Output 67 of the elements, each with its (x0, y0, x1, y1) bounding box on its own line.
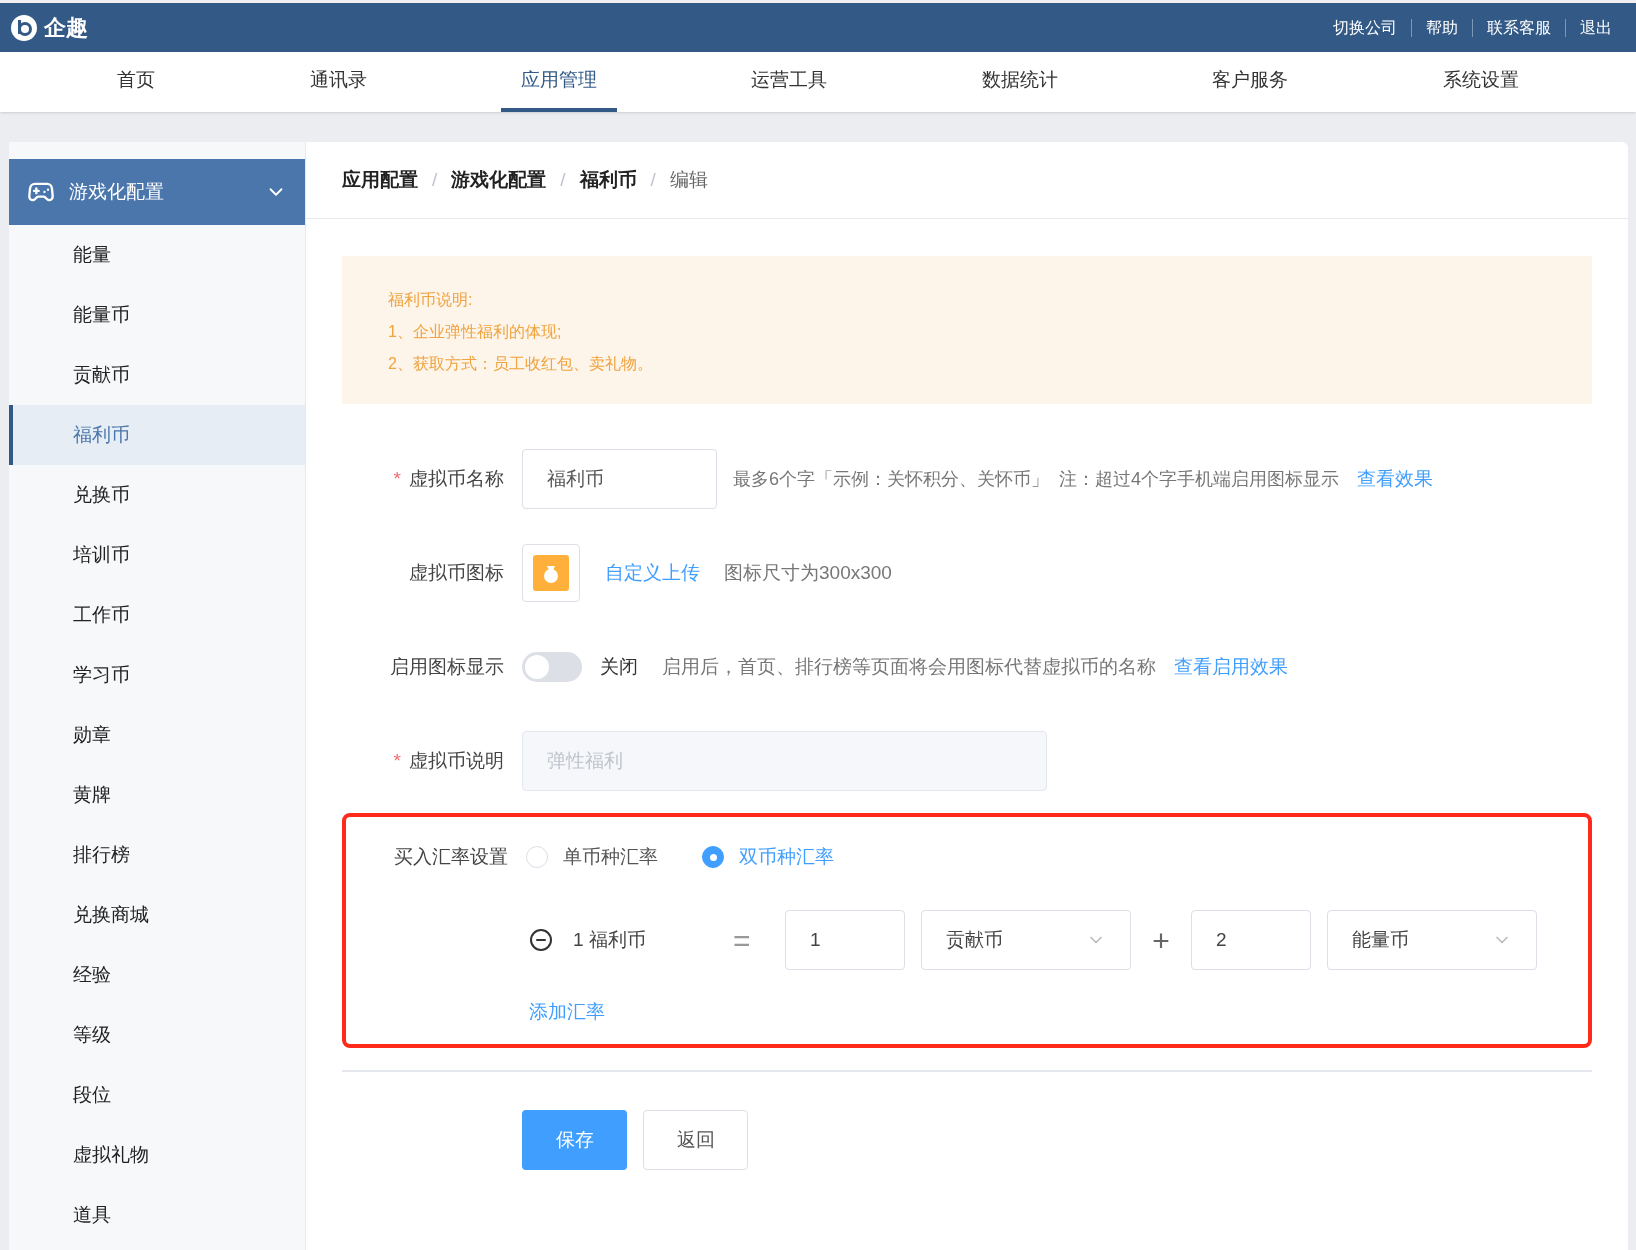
back-button[interactable]: 返回 (643, 1110, 748, 1170)
sidebar-item[interactable]: 贡献币 (9, 345, 305, 405)
field-label: 虚拟币说明 (409, 748, 504, 773)
sidebar-item[interactable]: 培训币 (9, 525, 305, 585)
hint-text: 启用后，首页、排行榜等页面将会用图标代替虚拟币的名称 (662, 654, 1156, 679)
remove-icon[interactable] (529, 928, 553, 952)
sidebar-item[interactable]: 兑换币 (9, 465, 305, 525)
toggle-switch[interactable] (522, 652, 582, 682)
name-input[interactable]: 福利币 (522, 449, 717, 509)
required-mark: * (393, 748, 401, 773)
sidebar-item[interactable]: 工作币 (9, 585, 305, 645)
sidebar-item[interactable]: 能量 (9, 225, 305, 285)
sidebar-item[interactable]: 经验 (9, 945, 305, 1005)
topbar-link[interactable]: 联系客服 (1472, 18, 1565, 37)
sidebar-item[interactable]: 排行榜 (9, 825, 305, 885)
nav-tab[interactable]: 运营工具 (731, 52, 848, 112)
nav-tab[interactable]: 客户服务 (1192, 52, 1309, 112)
sidebar-item[interactable]: 等级 (9, 1005, 305, 1065)
topbar-link[interactable]: 切换公司 (1319, 18, 1411, 37)
rate-base: 1 福利币 (573, 927, 647, 952)
radio-label: 双币种汇率 (739, 844, 834, 869)
hint-text: 图标尺寸为300x300 (724, 560, 892, 585)
sidebar-item[interactable]: 能量币 (9, 285, 305, 345)
topbar-link[interactable]: 退出 (1565, 18, 1626, 37)
currency-select[interactable]: 贡献币 (921, 910, 1131, 970)
sidebar-item[interactable]: 学习币 (9, 645, 305, 705)
sidebar-group-header[interactable]: 游戏化配置 (9, 159, 305, 225)
nav-tab[interactable]: 应用管理 (501, 52, 618, 112)
breadcrumb-separator: / (560, 167, 566, 192)
notice-text: 福利币说明: (388, 290, 474, 310)
equals-sign: = (733, 922, 752, 959)
sidebar-item[interactable]: 福利币 (9, 405, 305, 465)
radio-label: 单币种汇率 (563, 844, 658, 869)
nav-tab[interactable]: 首页 (97, 52, 176, 112)
sidebar-item[interactable]: 段位 (9, 1065, 305, 1125)
money-bag-icon (533, 555, 569, 591)
plus-sign: + (1151, 922, 1171, 959)
sidebar-item[interactable]: 虚拟礼物 (9, 1125, 305, 1185)
breadcrumb-link[interactable]: 游戏化配置 (451, 165, 547, 195)
topbar-link[interactable]: 帮助 (1411, 18, 1472, 37)
field-label: 启用图标显示 (390, 654, 504, 679)
toggle-state: 关闭 (600, 654, 638, 679)
amount-input[interactable]: 1 (785, 910, 905, 970)
field-label: 买入汇率设置 (394, 844, 508, 869)
sidebar-item[interactable]: 兑换商城 (9, 885, 305, 945)
notice-text: 1、企业弹性福利的体现; (388, 322, 563, 342)
breadcrumb-current: 编辑 (669, 167, 708, 192)
sidebar-item[interactable]: 道具 (9, 1185, 305, 1245)
breadcrumb-link[interactable]: 福利币 (579, 165, 637, 195)
amount-input[interactable]: 2 (1191, 910, 1311, 970)
hint-text: 最多6个字「示例：关怀积分、关怀币」 注：超过4个字手机端启用图标显示 (733, 467, 1340, 491)
field-label: 虚拟币图标 (409, 560, 504, 585)
sidebar-item[interactable]: 黄牌 (9, 765, 305, 825)
logo-icon (10, 13, 38, 42)
breadcrumb-link[interactable]: 应用配置 (342, 165, 418, 195)
radio-button[interactable] (702, 846, 724, 868)
sidebar-item[interactable]: 勋章 (9, 705, 305, 765)
field-label: 虚拟币名称 (409, 466, 504, 491)
nav-tab[interactable]: 通讯录 (289, 52, 387, 112)
breadcrumb-separator: / (432, 167, 438, 192)
breadcrumb-separator: / (650, 167, 656, 192)
nav-tab[interactable]: 系统设置 (1422, 52, 1539, 112)
required-mark: * (393, 466, 401, 491)
currency-select[interactable]: 能量币 (1327, 910, 1537, 970)
nav-tab[interactable]: 数据统计 (961, 52, 1078, 112)
notice-text: 2、获取方式：员工收红包、卖礼物。 (388, 354, 654, 374)
brand-name: 企趣 (44, 14, 88, 42)
